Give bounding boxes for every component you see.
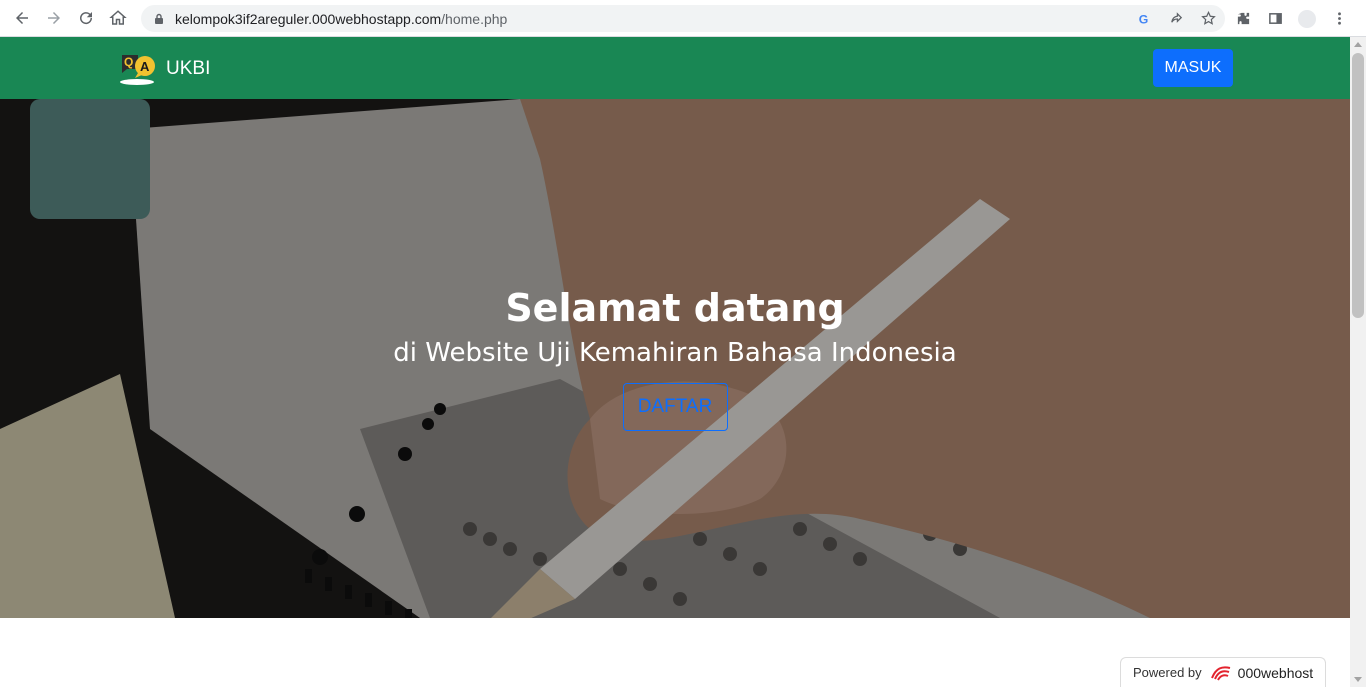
logo-letter-q: Q (124, 55, 133, 69)
bookmark-star-icon[interactable] (1199, 10, 1217, 28)
profile-avatar-icon[interactable] (1298, 9, 1316, 28)
hero-content: Selamat datang di Website Uji Kemahiran … (0, 285, 1350, 431)
extensions-icon[interactable] (1234, 10, 1252, 28)
scroll-up-icon[interactable] (1354, 42, 1362, 47)
svg-text:G: G (1139, 12, 1149, 26)
register-button[interactable]: DAFTAR (622, 383, 728, 431)
navbar: Q A UKBI MASUK (0, 37, 1350, 99)
brand-name: UKBI (166, 58, 211, 79)
share-icon[interactable] (1167, 10, 1185, 28)
host-brand-name: 000webhost (1237, 664, 1314, 681)
hero-title: Selamat datang (505, 286, 845, 330)
brand[interactable]: Q A UKBI (118, 51, 210, 87)
powered-by-badge[interactable]: Powered by 000webhost (1120, 657, 1326, 687)
qa-logo-icon: Q A (118, 51, 158, 87)
login-button[interactable]: MASUK (1153, 49, 1233, 87)
side-panel-icon[interactable] (1266, 10, 1284, 28)
url-path: /home.php (441, 10, 508, 27)
google-translate-icon[interactable]: G (1135, 10, 1153, 28)
menu-kebab-icon[interactable] (1330, 10, 1348, 28)
hero-subtitle: di Website Uji Kemahiran Bahasa Indonesi… (393, 338, 957, 368)
logo-letter-a: A (140, 59, 150, 74)
home-icon[interactable] (102, 2, 134, 34)
hero-section: Selamat datang di Website Uji Kemahiran … (0, 99, 1350, 618)
url-host: kelompok3if2areguler.000webhostapp.com (175, 10, 442, 27)
scroll-down-icon[interactable] (1354, 677, 1362, 682)
lock-icon[interactable] (153, 13, 165, 25)
url-text[interactable]: kelompok3if2areguler.000webhostapp.com/h… (175, 11, 507, 27)
reload-icon[interactable] (70, 2, 102, 34)
000webhost-logo-icon (1210, 665, 1230, 681)
vertical-scrollbar[interactable] (1350, 37, 1366, 687)
browser-toolbar: kelompok3if2areguler.000webhostapp.com/h… (0, 0, 1366, 37)
scrollbar-thumb[interactable] (1352, 53, 1364, 318)
back-icon[interactable] (6, 2, 38, 34)
address-bar[interactable]: kelompok3if2areguler.000webhostapp.com/h… (141, 5, 1225, 32)
powered-by-label: Powered by (1133, 665, 1202, 680)
web-page: Q A UKBI MASUK Selamat datang di Website… (0, 37, 1350, 687)
forward-icon[interactable] (38, 2, 70, 34)
